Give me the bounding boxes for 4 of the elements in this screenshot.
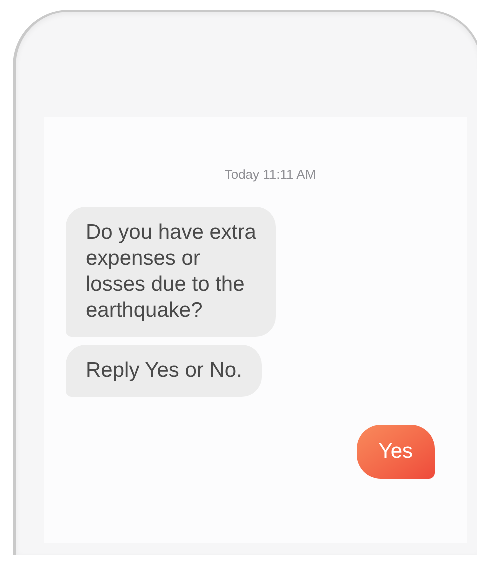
timestamp: Today 11:11 AM [224, 166, 316, 184]
outgoing-message: Yes [356, 424, 435, 478]
incoming-message: Do you have extra expenses or losses due to the earthquake? [66, 206, 276, 336]
incoming-message: Reply Yes or No. [66, 344, 262, 396]
